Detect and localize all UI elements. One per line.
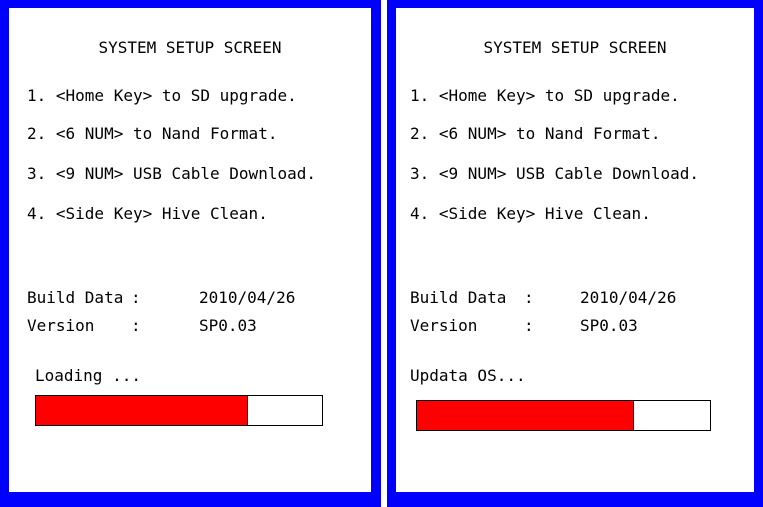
left-device-frame: SYSTEM SETUP SCREEN 1. <Home Key> to SD … [0,0,381,507]
right-device-frame: SYSTEM SETUP SCREEN 1. <Home Key> to SD … [387,0,763,507]
menu-item-sd-upgrade: 1. <Home Key> to SD upgrade. [27,86,297,105]
setup-screens: SYSTEM SETUP SCREEN 1. <Home Key> to SD … [0,0,763,507]
build-data-value: 2010/04/26 [199,288,296,307]
build-data-value: 2010/04/26 [580,288,677,307]
version-label: Version [27,316,95,335]
left-setup-screen: SYSTEM SETUP SCREEN 1. <Home Key> to SD … [9,8,371,492]
right-setup-screen: SYSTEM SETUP SCREEN 1. <Home Key> to SD … [396,8,754,492]
build-data-separator: : [131,288,141,307]
screen-title: SYSTEM SETUP SCREEN [98,38,282,57]
menu-item-nand-format: 2. <6 NUM> to Nand Format. [27,124,278,143]
menu-item-hive-clean: 4. <Side Key> Hive Clean. [27,204,268,223]
status-text: Updata OS... [410,366,526,385]
version-label: Version [410,316,478,335]
progress-bar-fill [36,396,248,425]
progress-bar [416,400,711,431]
screen-title: SYSTEM SETUP SCREEN [483,38,667,57]
menu-item-hive-clean: 4. <Side Key> Hive Clean. [410,204,651,223]
status-text: Loading ... [35,366,141,385]
version-value: SP0.03 [580,316,638,335]
build-data-label: Build Data [410,288,507,307]
progress-bar-fill [417,401,634,430]
version-separator: : [131,316,141,335]
version-separator: : [524,316,534,335]
menu-item-usb-download: 3. <9 NUM> USB Cable Download. [27,164,316,183]
menu-item-usb-download: 3. <9 NUM> USB Cable Download. [410,164,699,183]
build-data-separator: : [524,288,534,307]
menu-item-sd-upgrade: 1. <Home Key> to SD upgrade. [410,86,680,105]
build-data-label: Build Data [27,288,124,307]
progress-bar [35,395,323,426]
version-value: SP0.03 [199,316,257,335]
menu-item-nand-format: 2. <6 NUM> to Nand Format. [410,124,661,143]
